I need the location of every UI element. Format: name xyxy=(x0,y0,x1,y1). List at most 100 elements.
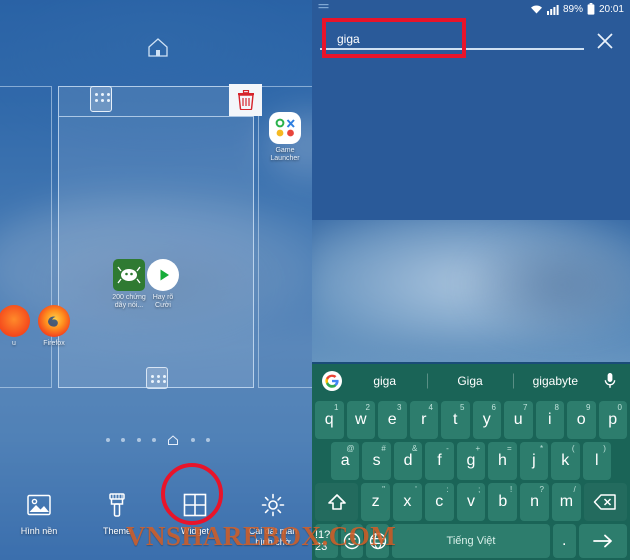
key-label: w xyxy=(354,411,367,428)
key-label: i xyxy=(547,411,552,428)
key-d[interactable]: d & xyxy=(393,442,423,480)
page-dot[interactable] xyxy=(121,438,126,442)
key-g[interactable]: g + xyxy=(456,442,486,480)
key-sup: ; xyxy=(478,485,481,494)
key-label: m xyxy=(559,493,574,510)
widget-grid-icon xyxy=(159,490,231,520)
key-label: l xyxy=(594,452,599,469)
enter-arrow-icon[interactable] xyxy=(578,524,628,558)
key-l[interactable]: l) xyxy=(582,442,611,480)
app-icon-partial[interactable]: u xyxy=(0,305,42,348)
key-sup: ( xyxy=(571,444,575,453)
toolbar-item-wallpaper[interactable]: Hình nền xyxy=(3,490,75,537)
keyboard-row-1: q1 w2 e3 r4 t5 y6 u7 i8 o9 p0 xyxy=(312,401,630,439)
key-k[interactable]: k( xyxy=(551,442,580,480)
key-sup: * xyxy=(539,444,544,453)
key-label: a xyxy=(340,452,350,469)
period-key[interactable]: . xyxy=(552,524,576,558)
notification-icon xyxy=(318,3,329,12)
key-label: h xyxy=(497,452,507,469)
key-h[interactable]: h = xyxy=(488,442,517,480)
key-i[interactable]: i8 xyxy=(535,401,564,439)
key-r[interactable]: r4 xyxy=(409,401,438,439)
page-dot[interactable] xyxy=(151,438,156,442)
key-sup: 1 xyxy=(334,403,339,412)
key-w[interactable]: w2 xyxy=(346,401,375,439)
close-icon[interactable] xyxy=(592,28,618,54)
key-sup: : xyxy=(446,485,449,494)
signal-icon xyxy=(546,4,559,15)
suggestion-2[interactable]: gigabyte xyxy=(513,374,598,388)
key-sup: ! xyxy=(509,485,513,494)
page-dot[interactable] xyxy=(106,438,110,442)
page-dot[interactable] xyxy=(190,438,195,442)
page-indicator[interactable] xyxy=(106,434,210,446)
key-sup: 3 xyxy=(397,403,402,412)
key-c[interactable]: c: xyxy=(424,483,454,521)
key-b[interactable]: b! xyxy=(488,483,518,521)
key-j[interactable]: j * xyxy=(519,442,549,480)
home-icon[interactable] xyxy=(146,36,170,58)
wifi-icon xyxy=(530,4,543,15)
page-card-current[interactable] xyxy=(58,86,254,388)
microphone-icon[interactable] xyxy=(598,372,622,390)
key-label: s xyxy=(372,452,381,469)
suggestion-bar: giga Giga gigabyte xyxy=(312,364,630,398)
clock: 20:01 xyxy=(598,3,624,15)
home-screen-edit-panel: Game Launcher Firefox u 200 chứng dây nó… xyxy=(0,0,312,560)
app-icon-game-launcher[interactable]: Game Launcher xyxy=(257,112,312,163)
key-f[interactable]: f- xyxy=(425,442,454,480)
key-a[interactable]: a @ xyxy=(331,442,360,480)
widget-grid-icon[interactable] xyxy=(90,86,112,112)
search-input-value: giga xyxy=(337,32,360,46)
key-t[interactable]: t5 xyxy=(441,401,470,439)
key-v[interactable]: v; xyxy=(456,483,486,521)
key-sup: ? xyxy=(539,485,544,494)
key-s[interactable]: s # xyxy=(362,442,391,480)
key-sup: + xyxy=(475,444,481,453)
battery-percent: 89% xyxy=(562,3,583,15)
app-grid-icon[interactable] xyxy=(146,367,168,389)
key-label: f xyxy=(437,452,442,469)
key-label: c xyxy=(435,493,444,510)
key-sup: 6 xyxy=(491,403,496,412)
key-label: b xyxy=(498,493,508,510)
key-z[interactable]: z " xyxy=(361,483,390,521)
key-o[interactable]: o9 xyxy=(567,401,596,439)
key-n[interactable]: n? xyxy=(520,483,549,521)
page-dot[interactable] xyxy=(136,438,141,442)
key-q[interactable]: q1 xyxy=(315,401,344,439)
space-key[interactable]: Tiếng Việt xyxy=(392,524,550,558)
key-label: e xyxy=(387,411,397,428)
search-row: giga xyxy=(312,18,630,62)
page-dot[interactable] xyxy=(205,438,210,442)
key-p[interactable]: p0 xyxy=(598,401,627,439)
app-icon-play[interactable]: Hay rõ Cười xyxy=(135,259,191,310)
key-sup: 8 xyxy=(554,403,559,412)
key-sup: - xyxy=(446,444,449,453)
shift-icon[interactable] xyxy=(315,483,359,521)
search-input[interactable]: giga xyxy=(329,26,475,56)
key-label: j xyxy=(532,452,536,469)
key-m[interactable]: m / xyxy=(551,483,581,521)
toolbar-label: Hình nền xyxy=(20,526,58,536)
key-u[interactable]: u7 xyxy=(504,401,533,439)
page-card-header xyxy=(59,87,253,117)
key-label: y xyxy=(482,411,491,428)
key-x[interactable]: x ' xyxy=(393,483,422,521)
key-sup: @ xyxy=(346,444,355,453)
key-e[interactable]: e3 xyxy=(378,401,407,439)
backspace-icon[interactable] xyxy=(583,483,627,521)
wallpaper-right-b xyxy=(462,230,630,340)
key-sup: 4 xyxy=(428,403,433,412)
google-g-icon[interactable] xyxy=(322,371,342,391)
page-dot-home-icon[interactable] xyxy=(167,434,179,446)
app-label: Hay rõ Cười xyxy=(152,294,174,309)
suggestion-0[interactable]: giga xyxy=(342,374,427,388)
key-sup: 5 xyxy=(460,403,465,412)
watermark: VNSHAREBOX.COM xyxy=(126,521,397,551)
gear-icon xyxy=(237,490,309,520)
suggestion-1[interactable]: Giga xyxy=(427,374,512,388)
key-y[interactable]: y6 xyxy=(472,401,501,439)
key-label: n xyxy=(530,493,540,510)
